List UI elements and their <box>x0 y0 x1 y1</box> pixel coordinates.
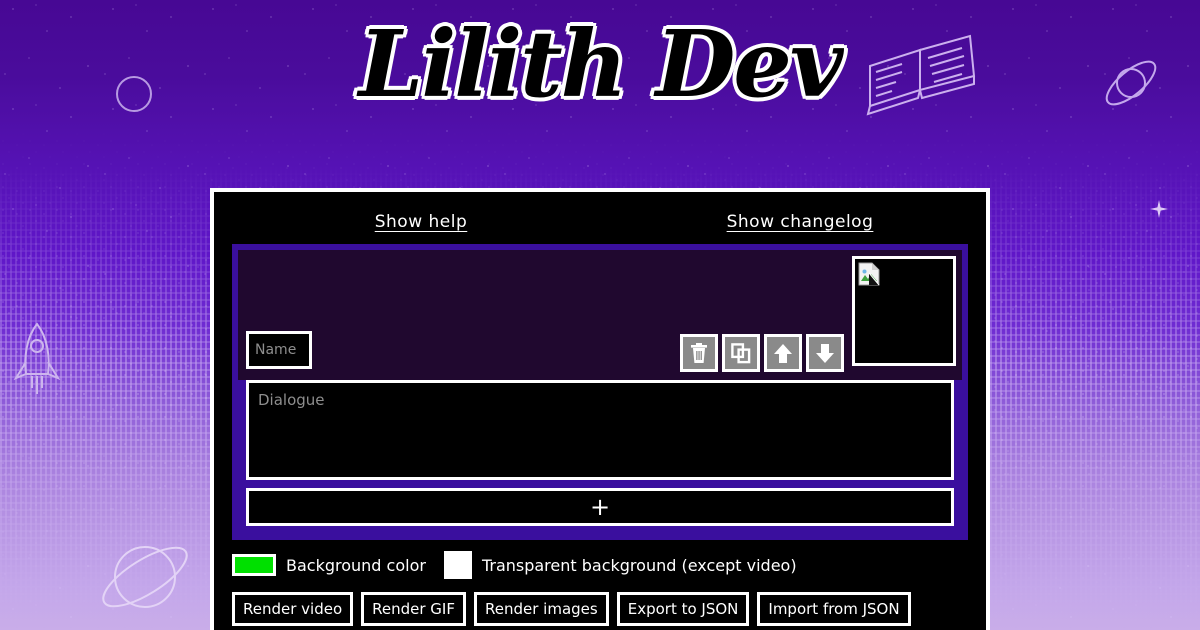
export-to-json-button[interactable]: Export to JSON <box>616 592 750 626</box>
arrow-down-icon <box>815 343 835 364</box>
copy-icon <box>731 342 751 364</box>
open-book-illustration <box>862 28 982 133</box>
add-scene-row: + <box>246 488 954 526</box>
render-buttons-row: Render video Render GIF Render images Ex… <box>232 592 986 626</box>
show-help-link[interactable]: Show help <box>375 212 468 232</box>
app-window: Show help Show changelog Name Dialogue +… <box>210 188 990 630</box>
page-title: Lilith Dev <box>0 10 1200 118</box>
rocket-outline-left <box>8 318 66 400</box>
show-help-cell: Show help <box>214 212 600 244</box>
sparkle-star <box>1150 200 1168 218</box>
dialogue-input[interactable] <box>246 380 954 480</box>
top-links-row: Show help Show changelog <box>214 192 986 244</box>
move-up-button[interactable] <box>764 334 802 372</box>
scene-action-buttons <box>680 334 844 372</box>
transparent-background-label: Transparent background (except video) <box>481 555 797 575</box>
show-changelog-cell: Show changelog <box>600 212 986 244</box>
page-root: Lilith Dev Show help Show changelog Name… <box>0 0 1200 630</box>
arrow-up-icon <box>773 343 793 364</box>
options-row: Background color Transparent background … <box>232 550 986 580</box>
name-input[interactable] <box>246 331 312 369</box>
background-color-swatch[interactable] <box>232 554 276 576</box>
show-changelog-link[interactable]: Show changelog <box>727 212 874 232</box>
import-from-json-button[interactable]: Import from JSON <box>757 592 911 626</box>
scene-panel: + <box>232 244 968 540</box>
broken-image-icon <box>858 262 880 286</box>
saturn-planet-outline-bottom-left <box>90 522 200 630</box>
delete-button[interactable] <box>680 334 718 372</box>
saturn-planet-outline-right <box>1096 48 1166 118</box>
render-images-button[interactable]: Render images <box>474 592 609 626</box>
move-down-button[interactable] <box>806 334 844 372</box>
background-color-label: Background color <box>286 555 426 575</box>
trash-icon <box>690 343 708 363</box>
duplicate-button[interactable] <box>722 334 760 372</box>
render-video-button[interactable]: Render video <box>232 592 354 626</box>
portrait-upload-box[interactable] <box>852 256 956 366</box>
render-gif-button[interactable]: Render GIF <box>361 592 466 626</box>
scene-card <box>238 250 962 380</box>
site-title-text: Lilith Dev <box>356 10 846 118</box>
planet-circle-outline-top-left <box>112 72 156 116</box>
transparent-background-checkbox[interactable] <box>443 551 472 579</box>
add-scene-button[interactable]: + <box>246 488 954 526</box>
